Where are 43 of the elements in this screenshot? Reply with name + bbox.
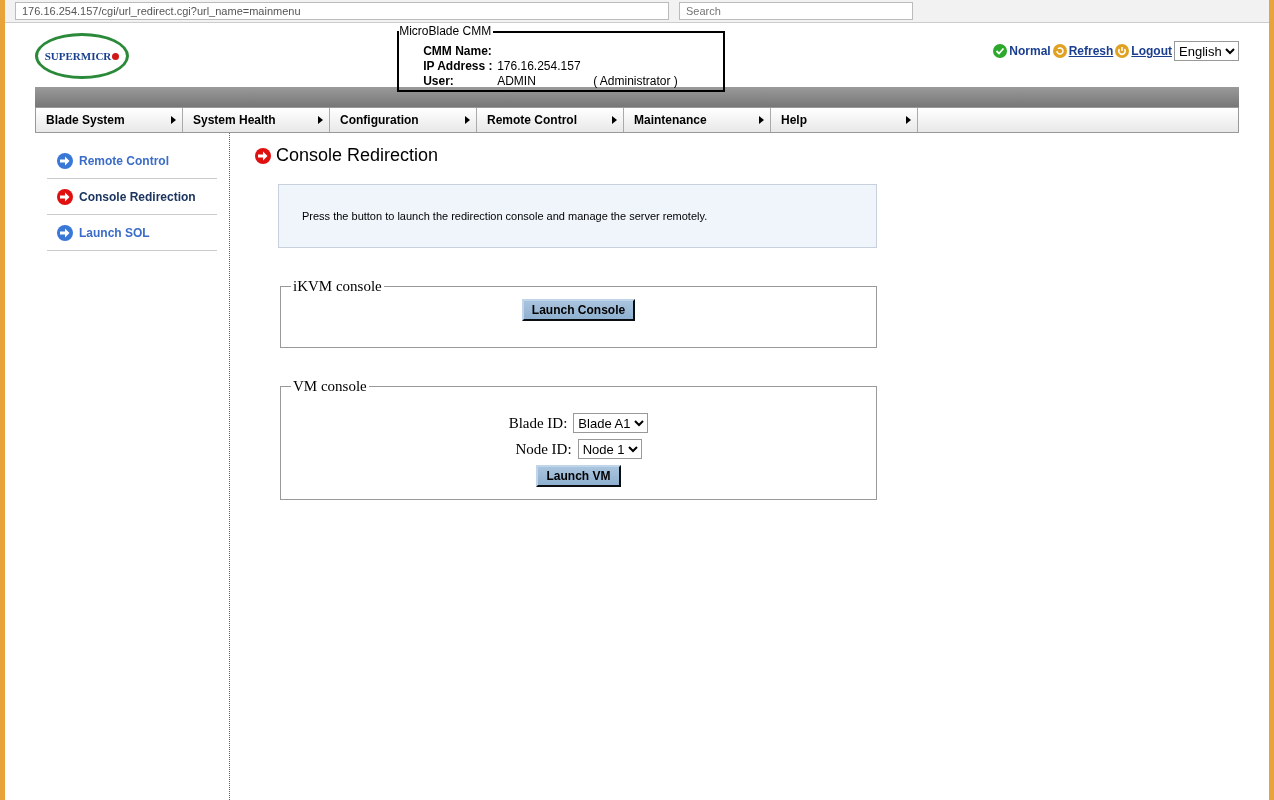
caret-icon [906,116,911,124]
page-title: Console Redirection [276,145,439,166]
caret-icon [465,116,470,124]
menu-item[interactable]: Remote Control [477,108,624,132]
search-field[interactable]: Search [679,2,913,20]
address-bar[interactable]: 176.16.254.157/cgi/url_redirect.cgi?url_name=mainmenu [15,2,669,20]
check-icon [993,44,1008,58]
caret-icon [759,116,764,124]
menu-item[interactable]: Maintenance [624,108,771,132]
info-value: 176.16.254.157 [497,58,582,73]
menu-item[interactable]: System Health [183,108,330,132]
info-value: ( Administrator ) [593,73,678,88]
info-label: CMM Name: [423,43,493,58]
refresh-icon [1052,44,1067,58]
menu-item[interactable]: Blade System [36,108,183,132]
info-value: ADMIN [497,73,537,88]
id-select[interactable]: Node 1 [577,439,642,459]
caret-icon [171,116,176,124]
launch-console-button[interactable]: Launch Console [521,299,636,321]
logout-link[interactable]: Logout [1131,44,1172,58]
launch-vm-button[interactable]: Launch VM [536,465,621,487]
info-label: User: [423,73,455,88]
group-legend: iKVM console [291,278,384,295]
info-message: Press the button to launch the redirection console and manage the server remotely. [278,184,877,248]
caret-icon [318,116,323,124]
dot-icon [112,52,120,60]
menu-item[interactable]: Configuration [330,108,477,132]
refresh-link[interactable]: Refresh [1068,44,1114,58]
sidebar-item[interactable]: Console Redirection [47,179,217,215]
logo: SUPERMICR [35,33,129,79]
field-label: Node ID: [515,440,572,458]
language-select[interactable]: English [1174,41,1239,61]
info-label: IP Address : [423,58,494,73]
sidebar-item[interactable]: Remote Control [47,143,217,179]
menu-item[interactable]: Help [771,108,918,132]
id-select[interactable]: Blade A1 [573,413,649,433]
info-panel-title: MicroBlade CMM [399,24,494,38]
field-label: Blade ID: [508,414,568,432]
sidebar-item[interactable]: Launch SOL [47,215,217,251]
group-legend: VM console [291,378,369,395]
caret-icon [612,116,617,124]
status-text: Normal [1009,44,1051,58]
power-icon [1115,44,1130,58]
